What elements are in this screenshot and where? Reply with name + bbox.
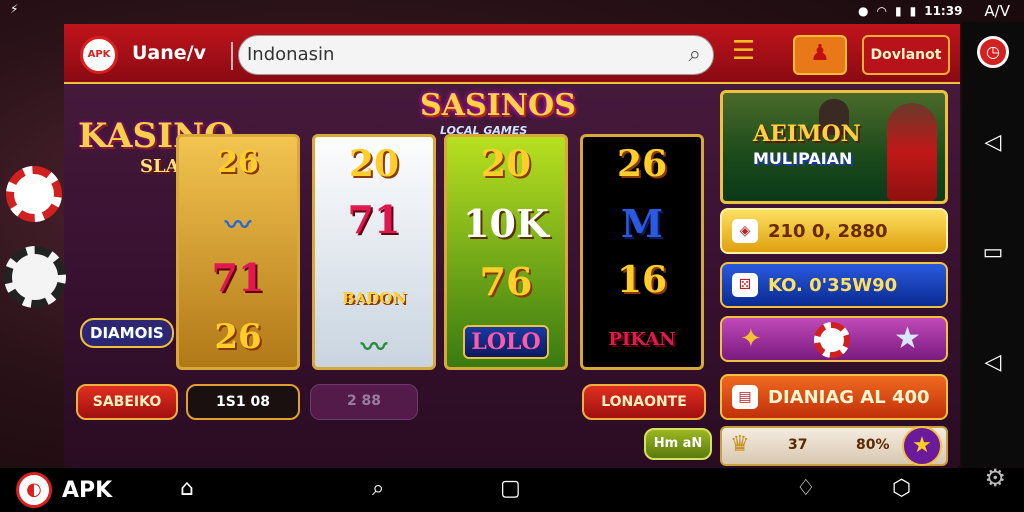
reel-symbol: 26: [217, 145, 259, 180]
casino-chip: [4, 246, 66, 308]
status-time: 11:39: [924, 4, 963, 18]
casino-chip: [6, 166, 62, 222]
notification-icon: ●: [858, 4, 869, 18]
jackpot-pill[interactable]: ◈ 210 0, 2880: [720, 208, 948, 254]
hint-button[interactable]: Hm aN: [644, 428, 712, 460]
system-rail: ◷ ◁ ▭ ◁: [962, 22, 1024, 467]
reel-symbol: 10K: [463, 201, 549, 246]
bonus-value: KO. 0'35W90: [768, 275, 898, 296]
reel-symbol: PIKAN: [608, 329, 676, 350]
apk-logo-icon[interactable]: ◐: [16, 472, 52, 508]
rewards-count: 37: [788, 437, 808, 453]
features-pill[interactable]: ✦ ★: [720, 316, 948, 362]
gift-icon: ◈: [732, 219, 758, 243]
app-name: Uane/v: [132, 42, 206, 64]
back-button-bottom[interactable]: ◁: [962, 350, 1024, 375]
slot-reel: 26 M 16 PIKAN: [580, 134, 704, 370]
wifi-icon: ◠: [876, 4, 887, 18]
jackpot-value: 210 0, 2880: [768, 221, 888, 242]
slot-reel: 26 〰 71 26: [176, 134, 300, 370]
back-icon: ◁: [984, 350, 1002, 375]
menu-icon[interactable]: ☰: [732, 38, 755, 64]
signal-icon: ▮: [895, 4, 902, 18]
notification-nav-icon[interactable]: ♢: [796, 476, 816, 501]
top-bar: APK Uane/v Indonasin ⌕ ☰ ♟ Dovlanot: [64, 24, 960, 84]
status-bar: ⚡ ● ◠ ▮ ▮ 11:39 A/V: [0, 0, 1024, 22]
status-carrier: A/V: [984, 2, 1010, 20]
search-divider: [231, 42, 233, 70]
reel-symbol: 〰: [360, 333, 387, 363]
reel-symbol: BADON: [341, 289, 407, 307]
diamond-pill[interactable]: ▤ DIANIAG AL 400: [720, 374, 948, 420]
card-icon: ▤: [732, 385, 758, 409]
game-top-title: SASINOS: [420, 88, 576, 123]
diamond-value: DIANIAG AL 400: [768, 387, 930, 408]
screen: ⚡ ● ◠ ▮ ▮ 11:39 A/V ◷ ◁ ▭ ◁ APK Uane/v I…: [0, 0, 1024, 512]
user-button[interactable]: ♟: [793, 35, 847, 75]
download-button[interactable]: Dovlanot: [862, 35, 950, 75]
favorite-star-icon[interactable]: ★: [902, 426, 942, 466]
leaf-icon: ✦: [740, 324, 762, 354]
navigation-bar: ◐ APK ⌂ ⌕ ▢ ♢ ⬡: [0, 468, 1024, 512]
spin-button[interactable]: LONAONTE: [582, 384, 706, 420]
control-button[interactable]: SABEIKO: [76, 384, 178, 420]
reel-symbol: 26: [214, 317, 262, 357]
recents-icon[interactable]: ▢: [500, 476, 521, 501]
back-button-top[interactable]: ◁: [962, 130, 1024, 155]
search-icon[interactable]: ⌕: [689, 42, 701, 67]
reel-symbol: 20: [480, 143, 532, 185]
search-bar[interactable]: Indonasin ⌕: [231, 35, 714, 75]
reel-symbol: 〰: [224, 211, 251, 241]
diamonds-badge: DIAMOIS: [80, 318, 174, 348]
reel-symbol: 26: [616, 143, 668, 185]
clock-button[interactable]: ◷: [962, 36, 1024, 68]
battery-icon: ▮: [909, 4, 917, 18]
rewards-percent: 80%: [856, 437, 890, 453]
user-icon: ♟: [810, 41, 830, 66]
slot-reel: 20 71 BADON 〰: [312, 134, 436, 370]
search-nav-icon[interactable]: ⌕: [372, 476, 384, 501]
back-icon: ◁: [984, 130, 1002, 155]
bet-display[interactable]: 1S1 08: [186, 384, 300, 420]
app-window: APK Uane/v Indonasin ⌕ ☰ ♟ Dovlanot KASI…: [4, 24, 960, 468]
slot-reel: 20 10K 76 LOLO: [444, 134, 568, 370]
home-icon[interactable]: ⌂: [180, 476, 194, 501]
bag-icon[interactable]: ⬡: [892, 476, 911, 501]
reel-symbol: 76: [479, 259, 533, 304]
bonus-pill[interactable]: ⚄ KO. 0'35W90: [720, 262, 948, 308]
settings-icon[interactable]: ⚙: [984, 464, 1006, 492]
reel-symbol: 16: [616, 259, 668, 301]
files-button[interactable]: ▭: [962, 240, 1024, 265]
star-icon: ★: [894, 321, 921, 356]
balance-display: 2 88: [310, 384, 418, 420]
banner-title: AEIMON: [753, 121, 861, 147]
hostess-figure: [887, 103, 937, 201]
banner-subtitle: MULIPAIAN: [753, 149, 853, 168]
trophy-icon: ♛: [730, 432, 750, 457]
reel-symbol: LOLO: [447, 325, 565, 359]
clock-icon: ◷: [977, 36, 1009, 68]
rewards-strip[interactable]: ♛ 37 80% ★: [720, 426, 948, 466]
usb-icon: ⚡: [10, 2, 19, 16]
reel-symbol: 20: [348, 143, 400, 185]
search-input[interactable]: Indonasin: [247, 44, 334, 65]
reel-symbol: 71: [347, 197, 401, 242]
folder-icon: ▭: [982, 240, 1004, 265]
app-logo[interactable]: APK: [80, 36, 118, 74]
reel-symbol: 71: [211, 255, 265, 300]
slot-game: KASINO SLAISONS SASINOS LOCAL GAMES 26 〰…: [4, 86, 714, 468]
promo-banner[interactable]: AEIMON MULIPAIAN: [720, 90, 948, 204]
reel-symbol: M: [620, 201, 664, 246]
chip-icon: [814, 322, 850, 358]
apk-label: APK: [62, 478, 113, 503]
dice-icon: ⚄: [732, 273, 758, 297]
